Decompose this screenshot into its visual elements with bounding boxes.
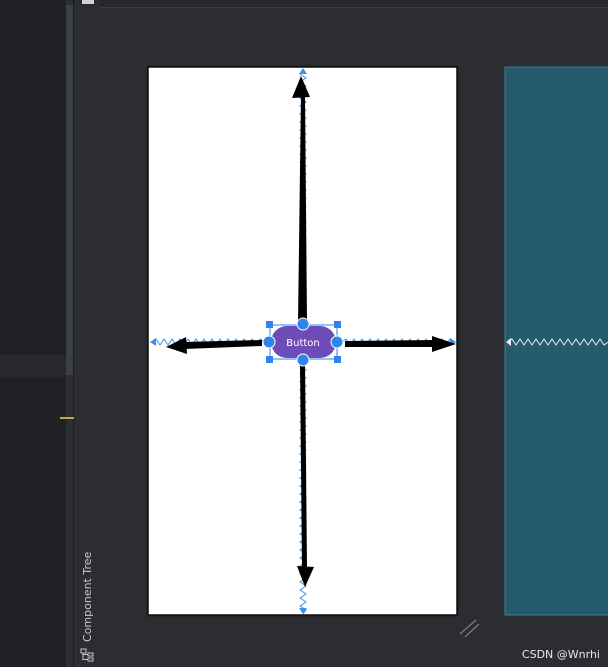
anchor-right[interactable] (330, 335, 344, 349)
resize-handle-top-right[interactable] (334, 321, 341, 328)
resize-handle-icon[interactable] (459, 619, 480, 638)
resize-handle-top-left[interactable] (266, 321, 273, 328)
layout-editor-canvas: Button (147, 66, 608, 638)
resize-handle-bottom-right[interactable] (334, 356, 341, 363)
watermark: CSDN @Wnrhi (521, 648, 600, 661)
button-label: Button (286, 338, 320, 349)
anchor-top[interactable] (296, 317, 310, 331)
anchor-left[interactable] (262, 335, 276, 349)
resize-handle-bottom-left[interactable] (266, 356, 273, 363)
anchor-bottom[interactable] (296, 353, 310, 367)
blueprint-screen[interactable] (504, 66, 608, 616)
